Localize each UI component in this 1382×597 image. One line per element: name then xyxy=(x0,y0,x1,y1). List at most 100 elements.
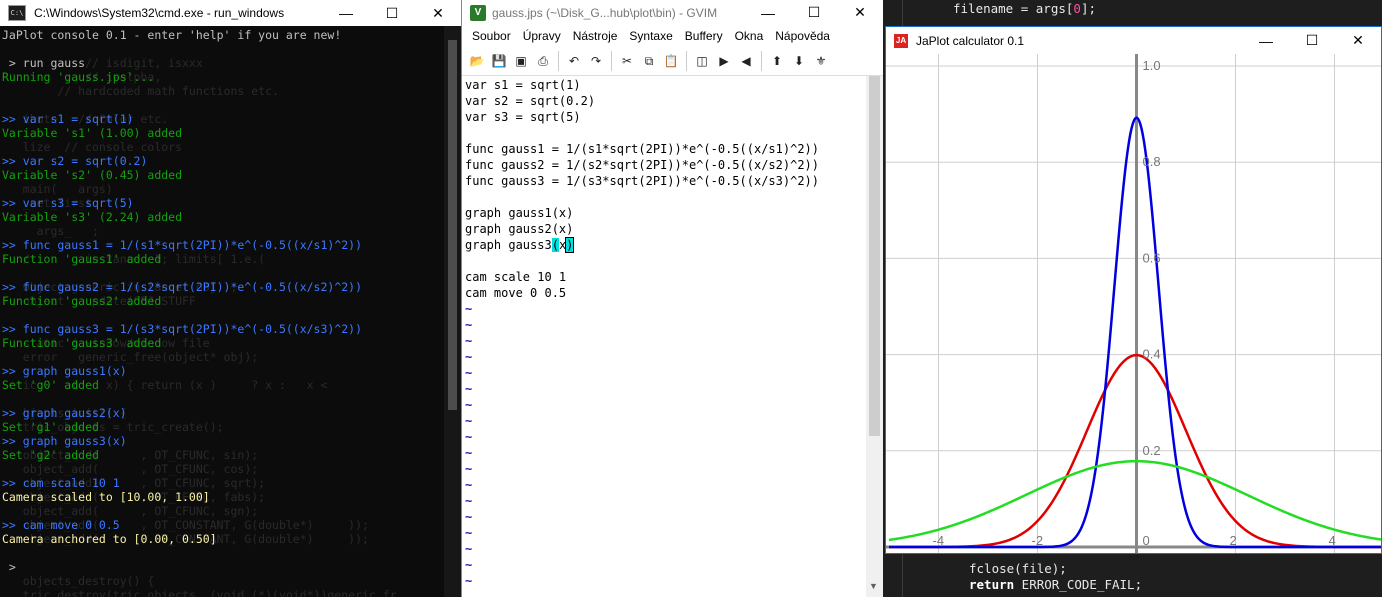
buffer-line: var s2 = sqrt(0.2) xyxy=(465,94,596,108)
menu-item[interactable]: Syntaxe xyxy=(629,29,672,43)
cmd-scrollbar[interactable] xyxy=(444,26,461,597)
x-tick-label: -2 xyxy=(1032,533,1044,548)
console-line: >> graph gauss3(x) xyxy=(2,434,127,448)
toolbar-separator xyxy=(611,51,612,71)
matching-paren: ( xyxy=(551,238,559,252)
menu-item[interactable]: Okna xyxy=(735,29,764,43)
empty-line-marker: ~ xyxy=(465,446,473,460)
buffer-line: func gauss3 = 1/(s3*sqrt(2PI))*e^(-0.5((… xyxy=(465,174,820,188)
scroll-down-arrow-icon[interactable]: ▼ xyxy=(869,581,878,591)
close-button[interactable]: ✕ xyxy=(837,0,883,25)
code-line-fclose: fclose(file); xyxy=(969,561,1067,576)
japlot-titlebar[interactable]: JA JaPlot calculator 0.1 — ☐ ✕ xyxy=(886,27,1381,54)
empty-line-marker: ~ xyxy=(465,542,473,556)
console-line: Set 'g1' added xyxy=(2,420,99,434)
buffer-line xyxy=(465,189,865,205)
undo-icon[interactable]: ↶ xyxy=(565,52,583,70)
gvim-title: gauss.jps (~\Disk_G...hub\plot\bin) - GV… xyxy=(492,5,718,20)
console-line: Function 'gauss2' added xyxy=(2,294,162,308)
japlot-window: JA JaPlot calculator 0.1 — ☐ ✕ 1.0 0.8 0.6… xyxy=(885,26,1382,554)
run-script-icon[interactable]: ⚜ xyxy=(812,52,830,70)
scrollbar-thumb[interactable] xyxy=(448,40,457,410)
empty-line-marker: ~ xyxy=(465,558,473,572)
maximize-button[interactable]: ☐ xyxy=(791,0,837,25)
empty-line-marker: ~ xyxy=(465,478,473,492)
console-line: JaPlot console 0.1 - enter 'help' if you… xyxy=(2,28,342,42)
cmd-window: C:\ C:\Windows\System32\cmd.exe - run_wi… xyxy=(0,0,461,597)
buffer-line: var s1 = sqrt(1) xyxy=(465,78,581,92)
buffer-line: cam move 0 0.5 xyxy=(465,286,567,300)
menu-item[interactable]: Nápověda xyxy=(775,29,830,43)
maximize-button[interactable]: ☐ xyxy=(369,0,415,26)
maximize-button[interactable]: ☐ xyxy=(1289,27,1335,54)
text-cursor: ) xyxy=(565,237,575,253)
y-tick-label: 0.2 xyxy=(1143,443,1161,458)
find-prev-icon[interactable]: ◀ xyxy=(737,52,755,70)
gvim-text-buffer[interactable]: var s1 = sqrt(1) var s2 = sqrt(0.2) var s3… xyxy=(465,77,865,589)
console-line: Camera scaled to [10.00, 1.00] xyxy=(2,490,210,504)
plot-canvas[interactable]: 1.0 0.8 0.6 0.4 0.2 0 -4 -2 2 4 xyxy=(886,54,1381,553)
menu-item[interactable]: Nástroje xyxy=(573,29,618,43)
empty-line-marker: ~ xyxy=(465,526,473,540)
gvim-scrollbar[interactable]: ▼ xyxy=(866,76,883,597)
copy-icon[interactable]: ⧉ xyxy=(640,52,658,70)
save-all-icon[interactable]: ▣ xyxy=(512,52,530,70)
gvim-toolbar: 📂 💾 ▣ ⎙ ↶ ↷ ✂ ⧉ 📋 ◫ ▶ ◀ ⬆ ⬇ ⚜ xyxy=(462,47,883,76)
save-icon[interactable]: 💾 xyxy=(490,52,508,70)
console-line: Variable 's1' (1.00) added xyxy=(2,126,183,140)
print-icon[interactable]: ⎙ xyxy=(534,52,552,70)
scrollbar-thumb[interactable] xyxy=(869,76,880,436)
close-button[interactable]: ✕ xyxy=(415,0,461,26)
menu-item[interactable]: Buffery xyxy=(685,29,723,43)
empty-line-marker: ~ xyxy=(465,574,473,588)
empty-line-marker: ~ xyxy=(465,366,473,380)
empty-line-marker: ~ xyxy=(465,494,473,508)
menu-item[interactable]: Soubor xyxy=(472,29,511,43)
console-line: >> var s2 = sqrt(0.2) xyxy=(2,154,148,168)
console-line: >> var s1 = sqrt(1) xyxy=(2,112,134,126)
japlot-app-icon: JA xyxy=(894,33,908,48)
load-session-icon[interactable]: ⬆ xyxy=(768,52,786,70)
japlot-title: JaPlot calculator 0.1 xyxy=(916,33,1025,48)
empty-line-marker: ~ xyxy=(465,462,473,476)
x-tick-label: -4 xyxy=(933,533,945,548)
find-replace-icon[interactable]: ◫ xyxy=(693,52,711,70)
redo-icon[interactable]: ↷ xyxy=(587,52,605,70)
buffer-line: graph gauss2(x) xyxy=(465,222,574,236)
vim-app-icon: V xyxy=(470,4,486,21)
paste-icon[interactable]: 📋 xyxy=(662,52,680,70)
console-line: > xyxy=(2,560,16,574)
menu-item[interactable]: Úpravy xyxy=(523,29,561,43)
empty-line-marker: ~ xyxy=(465,350,473,364)
empty-line-marker: ~ xyxy=(465,510,473,524)
close-button[interactable]: ✕ xyxy=(1335,27,1381,54)
cmd-console-output[interactable]: JaPlot console 0.1 - enter 'help' if you… xyxy=(0,26,444,597)
buffer-line: graph gauss3(x) xyxy=(465,237,575,253)
cmd-titlebar[interactable]: C:\ C:\Windows\System32\cmd.exe - run_wi… xyxy=(0,0,461,26)
y-tick-label: 1.0 xyxy=(1143,58,1161,73)
toolbar-separator xyxy=(761,51,762,71)
save-session-icon[interactable]: ⬇ xyxy=(790,52,808,70)
find-next-icon[interactable]: ▶ xyxy=(715,52,733,70)
cut-icon[interactable]: ✂ xyxy=(618,52,636,70)
console-line: >> func gauss2 = 1/(s2*sqrt(2PI))*e^(-0.… xyxy=(2,280,363,294)
gvim-titlebar[interactable]: V gauss.jps (~\Disk_G...hub\plot\bin) - … xyxy=(462,0,883,25)
minimize-button[interactable]: — xyxy=(745,0,791,25)
console-line: >> var s3 = sqrt(5) xyxy=(2,196,134,210)
open-icon[interactable]: 📂 xyxy=(468,52,486,70)
empty-line-marker: ~ xyxy=(465,414,473,428)
console-line: > run gauss xyxy=(2,56,86,70)
console-line: Running 'gauss.jps'... xyxy=(2,70,155,84)
minimize-button[interactable]: — xyxy=(1243,27,1289,54)
empty-line-marker: ~ xyxy=(465,302,473,316)
minimize-button[interactable]: — xyxy=(323,0,369,26)
